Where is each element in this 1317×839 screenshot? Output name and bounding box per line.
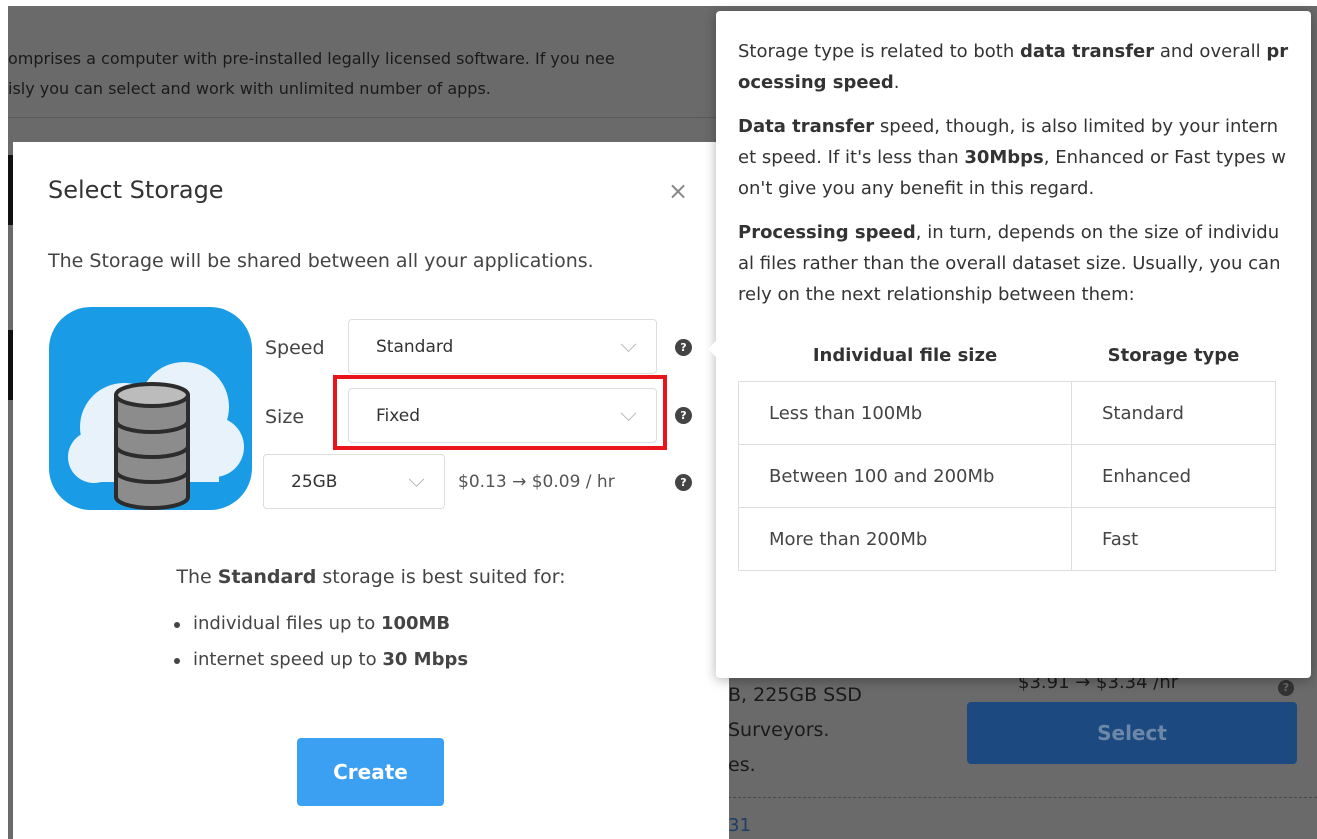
list-item: internet speed up to 30 Mbps <box>171 648 468 684</box>
table-cell: Standard <box>1071 381 1276 445</box>
storage-type-tooltip: Storage type is related to both data tra… <box>708 11 1311 678</box>
table-cell: Less than 100Mb <box>738 381 1072 445</box>
top-strip <box>0 0 1317 6</box>
left-edge <box>0 0 8 839</box>
storage-recommendation: The Standard storage is best suited for: <box>13 566 729 588</box>
recommendation-storage-name: Standard <box>217 566 317 588</box>
tooltip-text: and overall <box>1154 41 1267 62</box>
bullet-text: internet speed up to <box>193 649 383 670</box>
background-intro-text: omprises a computer with pre-installed l… <box>8 44 768 104</box>
table-cell: Fast <box>1071 507 1276 571</box>
background-help-icon: ? <box>1278 680 1294 696</box>
tooltip-text: . <box>893 72 900 93</box>
speed-select-value: Standard <box>376 336 454 357</box>
speed-label: Speed <box>265 337 325 359</box>
tooltip-paragraph-3: Processing speed, in turn, depends on th… <box>738 217 1289 310</box>
tooltip-arrow <box>708 341 716 357</box>
chevron-down-icon <box>408 470 425 487</box>
tooltip-bold: Processing speed <box>738 222 916 243</box>
table-row: Less than 100Mb Standard <box>738 381 1276 445</box>
recommendation-list: individual files up to 100MB internet sp… <box>171 612 468 684</box>
tooltip-bold: data transfer <box>1020 41 1155 62</box>
table-cell: Enhanced <box>1071 444 1276 508</box>
recommendation-suffix: storage is best suited for: <box>316 566 566 588</box>
table-row: Between 100 and 200Mb Enhanced <box>738 444 1276 508</box>
table-header: Individual file size <box>812 345 998 366</box>
storage-price: $0.13 → $0.09 / hr <box>458 472 615 492</box>
card-line-3: es. <box>728 754 756 776</box>
tooltip-text: Storage type is related to both <box>738 41 1020 62</box>
speed-select[interactable]: Standard <box>348 319 657 374</box>
table-row: More than 200Mb Fast <box>738 507 1276 571</box>
size-highlight-box <box>333 375 667 450</box>
select-storage-modal: Select Storage × The Storage will be sha… <box>13 142 729 839</box>
capacity-select[interactable]: 25GB <box>263 454 445 509</box>
bullet-value: 100MB <box>380 613 451 634</box>
intro-line-1: omprises a computer with pre-installed l… <box>8 49 615 68</box>
card-line-1: B, 225GB SSD <box>728 684 862 706</box>
price-help-icon[interactable]: ? <box>675 474 692 491</box>
tooltip-paragraph-2: Data transfer speed, though, is also lim… <box>738 111 1289 204</box>
modal-title: Select Storage <box>48 176 224 204</box>
table-header-row: Individual file size Storage type <box>739 330 1276 382</box>
modal-subtitle: The Storage will be shared between all y… <box>48 250 594 272</box>
bullet-value: 30 Mbps <box>382 649 469 670</box>
bullet-text: individual files up to <box>193 613 381 634</box>
background-card-description: B, 225GB SSD Surveyors. es. <box>728 678 862 783</box>
background-select-button: Select <box>967 702 1297 764</box>
background-dashed-divider <box>728 797 1317 798</box>
intro-line-2: isly you can select and work with unlimi… <box>8 79 491 98</box>
tooltip-bold: Data transfer <box>738 116 875 137</box>
cloud-storage-icon <box>49 307 252 510</box>
background-divider <box>8 117 728 118</box>
table-cell: More than 200Mb <box>738 507 1072 571</box>
close-icon[interactable]: × <box>668 179 688 203</box>
background-link: 31 <box>728 815 751 836</box>
tooltip-bold: 30Mbps <box>964 147 1044 168</box>
size-help-icon[interactable]: ? <box>675 407 692 424</box>
table-header: Storage type <box>1107 345 1240 366</box>
storage-type-table: Individual file size Storage type Less t… <box>738 330 1276 571</box>
table-cell: Between 100 and 200Mb <box>738 444 1072 508</box>
chevron-down-icon <box>620 335 637 352</box>
list-item: individual files up to 100MB <box>171 612 468 648</box>
card-line-2: Surveyors. <box>728 719 830 741</box>
recommendation-prefix: The <box>176 566 218 588</box>
speed-help-icon[interactable]: ? <box>675 339 692 356</box>
size-label: Size <box>265 406 305 428</box>
tooltip-paragraph-1: Storage type is related to both data tra… <box>738 36 1289 98</box>
create-button[interactable]: Create <box>297 738 444 806</box>
capacity-select-value: 25GB <box>291 471 338 492</box>
